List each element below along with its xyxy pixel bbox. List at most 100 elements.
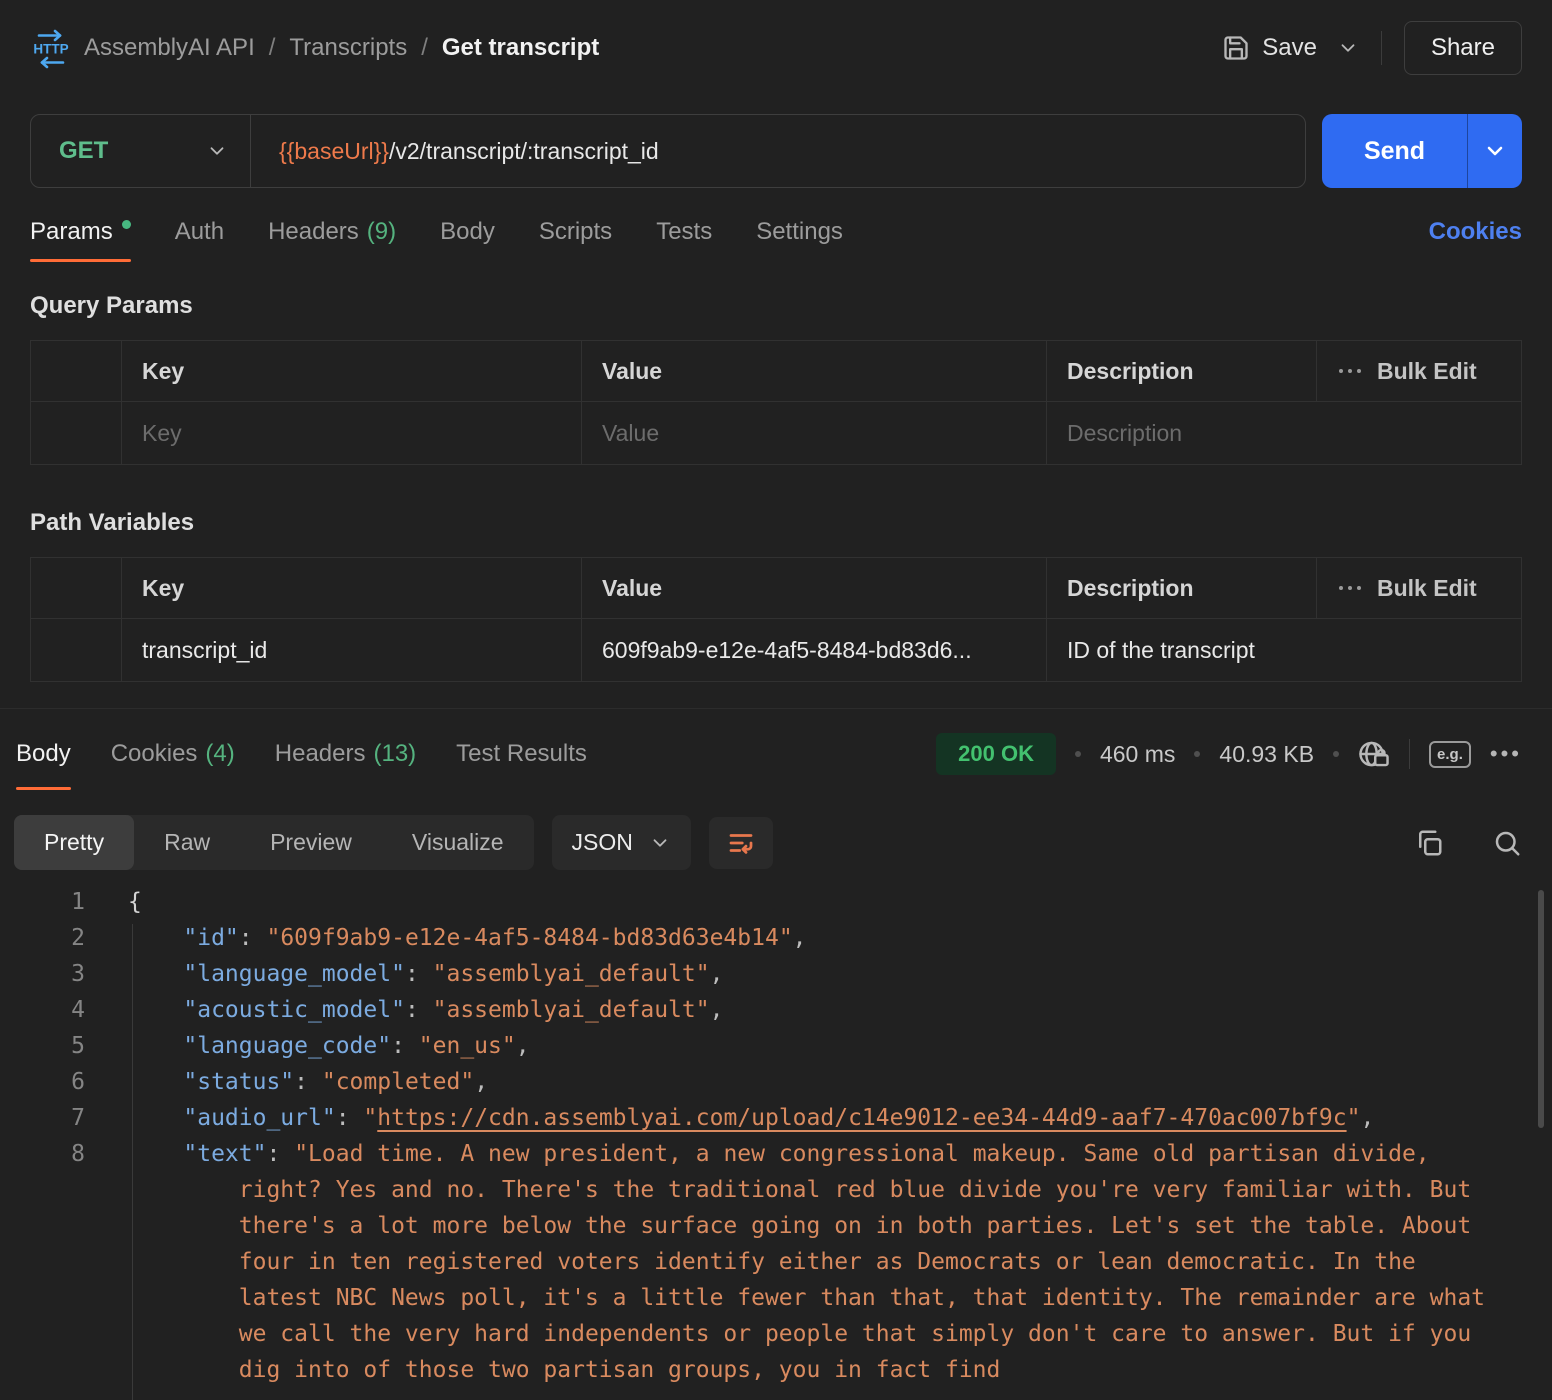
- bulk-edit-button[interactable]: Bulk Edit: [1316, 341, 1521, 401]
- request-bar: GET {{baseUrl}}/v2/transcript/:transcrip…: [0, 96, 1552, 188]
- line-content: "language_model": "assemblyai_default",: [85, 956, 1552, 992]
- save-button[interactable]: Save: [1222, 34, 1317, 62]
- send-options-button[interactable]: [1468, 114, 1522, 188]
- save-as-example-button[interactable]: e.g.: [1429, 741, 1471, 768]
- response-format-select[interactable]: JSON: [552, 815, 691, 870]
- breadcrumb: AssemblyAI API / Transcripts / Get trans…: [84, 34, 599, 62]
- code-line: 4"acoustic_model": "assemblyai_default",: [0, 992, 1552, 1028]
- code-line: 5"language_code": "en_us",: [0, 1028, 1552, 1064]
- line-content: "id": "609f9ab9-e12e-4af5-8484-bd83d63e4…: [85, 920, 1552, 956]
- topbar: HTTP AssemblyAI API / Transcripts / Get …: [0, 0, 1552, 96]
- send-button[interactable]: Send: [1322, 114, 1522, 188]
- line-content: "acoustic_model": "assemblyai_default",: [85, 992, 1552, 1028]
- query-param-key-input[interactable]: Key: [121, 401, 581, 464]
- response-tab-test-results[interactable]: Test Results: [456, 740, 587, 790]
- save-icon: [1222, 34, 1250, 62]
- response-body-code[interactable]: 1{2"id": "609f9ab9-e12e-4af5-8484-bd83d6…: [0, 884, 1552, 1400]
- code-line: 8"text": "Load time. A new president, a …: [0, 1136, 1552, 1388]
- tab-tests[interactable]: Tests: [656, 218, 712, 262]
- tab-settings[interactable]: Settings: [756, 218, 843, 262]
- bulk-edit-button[interactable]: Bulk Edit: [1316, 558, 1521, 618]
- tab-auth[interactable]: Auth: [175, 218, 224, 262]
- path-variable-value-input[interactable]: 609f9ab9-e12e-4af5-8484-bd83d6...: [581, 618, 1046, 681]
- topbar-actions: Save Share: [1222, 21, 1522, 75]
- code-line: 3"language_model": "assemblyai_default",: [0, 956, 1552, 992]
- view-tab-preview[interactable]: Preview: [240, 815, 382, 870]
- bulk-edit-dots-icon: [1337, 366, 1363, 376]
- view-tab-pretty[interactable]: Pretty: [14, 815, 134, 870]
- copy-response-button[interactable]: [1414, 828, 1444, 858]
- breadcrumb-separator: /: [421, 34, 428, 62]
- tab-params[interactable]: Params: [30, 218, 131, 262]
- line-content: "status": "completed",: [85, 1064, 1552, 1100]
- query-param-value-input[interactable]: Value: [581, 401, 1046, 464]
- headers-count: (9): [367, 218, 396, 245]
- http-request-icon: HTTP: [30, 27, 72, 69]
- description-column-header: Description: [1046, 341, 1316, 401]
- chevron-down-icon: [1337, 37, 1359, 59]
- line-number: 8: [0, 1136, 85, 1388]
- divider: [1381, 31, 1382, 65]
- response-tab-body[interactable]: Body: [16, 740, 71, 790]
- divider: [1409, 739, 1410, 769]
- response-tab-cookies[interactable]: Cookies(4): [111, 740, 235, 790]
- line-content: "text": "Load time. A new president, a n…: [85, 1136, 1552, 1388]
- url-input[interactable]: {{baseUrl}}/v2/transcript/:transcript_id: [251, 138, 659, 165]
- view-tab-visualize[interactable]: Visualize: [382, 815, 534, 870]
- chevron-down-icon: [649, 832, 671, 854]
- cookies-link[interactable]: Cookies: [1429, 218, 1522, 262]
- value-column-header: Value: [581, 558, 1046, 618]
- response-view-switch: Pretty Raw Preview Visualize: [14, 815, 534, 870]
- query-params-title: Query Params: [30, 292, 1522, 320]
- description-column-header: Description: [1046, 558, 1316, 618]
- response-header: Body Cookies(4) Headers(13) Test Results…: [0, 709, 1552, 797]
- response-headers-count: (13): [373, 740, 416, 767]
- line-number: 5: [0, 1028, 85, 1064]
- url-variable: {{baseUrl}}: [279, 138, 389, 164]
- search-response-button[interactable]: [1492, 828, 1522, 858]
- share-button[interactable]: Share: [1404, 21, 1522, 75]
- response-toolbar: Pretty Raw Preview Visualize JSON: [0, 797, 1552, 870]
- response-size: 40.93 KB: [1219, 741, 1314, 768]
- key-column-header: Key: [121, 341, 581, 401]
- breadcrumb-folder[interactable]: Transcripts: [289, 34, 407, 62]
- path-variable-key-input[interactable]: transcript_id: [121, 618, 581, 681]
- key-column-header: Key: [121, 558, 581, 618]
- dot-separator: [1333, 751, 1339, 757]
- url-box: GET {{baseUrl}}/v2/transcript/:transcrip…: [30, 114, 1306, 188]
- bulk-edit-dots-icon: [1337, 583, 1363, 593]
- query-param-description-input[interactable]: Description: [1046, 401, 1521, 464]
- method-select[interactable]: GET: [31, 115, 251, 187]
- code-lines: 1{2"id": "609f9ab9-e12e-4af5-8484-bd83d6…: [0, 884, 1552, 1388]
- indent-guide: [132, 924, 133, 1400]
- wrap-lines-button[interactable]: [709, 817, 773, 869]
- path-variable-description-input[interactable]: ID of the transcript: [1046, 618, 1521, 681]
- copy-icon: [1414, 828, 1444, 858]
- save-options-button[interactable]: [1337, 37, 1359, 59]
- tab-headers[interactable]: Headers(9): [268, 218, 396, 262]
- checkbox-column-header: [31, 558, 121, 618]
- line-number: 7: [0, 1100, 85, 1136]
- tab-scripts[interactable]: Scripts: [539, 218, 612, 262]
- breadcrumb-separator: /: [269, 34, 276, 62]
- wrap-lines-icon: [726, 828, 756, 858]
- response-tab-headers[interactable]: Headers(13): [275, 740, 416, 790]
- method-label: GET: [59, 137, 108, 165]
- path-variables-table: Key Value Description Bulk Edit transcri…: [30, 557, 1522, 682]
- response-toolbar-right: [1414, 828, 1522, 858]
- network-info-button[interactable]: [1358, 739, 1390, 769]
- view-tab-raw[interactable]: Raw: [134, 815, 240, 870]
- line-content: {: [85, 884, 1552, 920]
- line-number: 4: [0, 992, 85, 1028]
- scrollbar-thumb[interactable]: [1538, 890, 1544, 1128]
- send-label: Send: [1322, 114, 1467, 188]
- line-number: 6: [0, 1064, 85, 1100]
- audio-url-link[interactable]: https://cdn.assemblyai.com/upload/c14e90…: [377, 1105, 1346, 1131]
- breadcrumb-collection[interactable]: AssemblyAI API: [84, 34, 255, 62]
- response-pane: Body Cookies(4) Headers(13) Test Results…: [0, 708, 1552, 1400]
- response-more-options-button[interactable]: •••: [1490, 741, 1522, 767]
- row-checkbox-cell: [31, 618, 121, 681]
- search-icon: [1492, 828, 1522, 858]
- status-badge: 200 OK: [936, 733, 1056, 775]
- tab-body[interactable]: Body: [440, 218, 495, 262]
